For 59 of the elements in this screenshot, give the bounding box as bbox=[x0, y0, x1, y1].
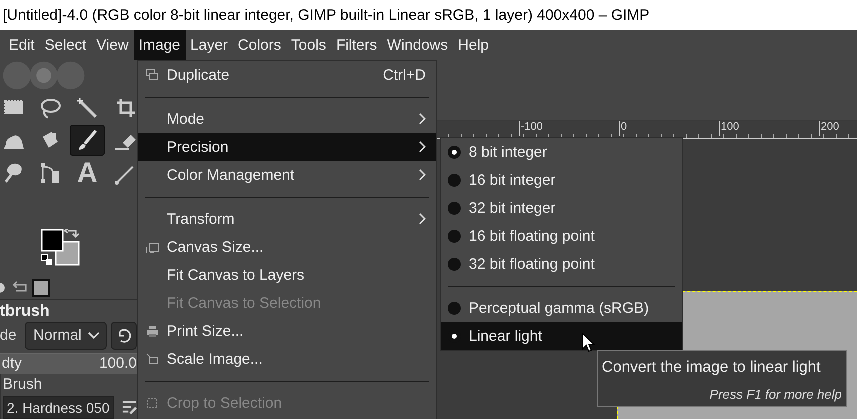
radio-menu-item[interactable]: Perceptual gamma (sRGB) bbox=[441, 294, 682, 322]
crop-selection-icon bbox=[146, 396, 159, 410]
chevron-right-icon bbox=[419, 141, 426, 153]
menu-item[interactable]: Transform bbox=[138, 205, 436, 233]
menu-item[interactable]: Duplicate Ctrl+D bbox=[138, 61, 436, 89]
radio-menu-item[interactable]: 32 bit floating point bbox=[441, 250, 682, 278]
reset-dropdown[interactable] bbox=[110, 322, 137, 350]
menu-item[interactable]: Fit Canvas to Layers bbox=[138, 261, 436, 289]
printer-icon bbox=[146, 324, 159, 338]
brush-field[interactable]: 2. Hardness 050 bbox=[3, 396, 114, 419]
ruler-label: -100 bbox=[519, 121, 619, 136]
ruler-label: 0 bbox=[619, 121, 719, 136]
mode-dropdown[interactable]: Normal bbox=[24, 322, 107, 350]
menu-item[interactable]: Scale Image... bbox=[138, 345, 436, 373]
menu-item[interactable]: Image bbox=[134, 30, 186, 60]
menu-item[interactable]: Layer bbox=[186, 30, 234, 60]
chevron-right-icon bbox=[419, 213, 426, 225]
menu-item[interactable]: Select bbox=[40, 30, 92, 60]
menu-item[interactable]: Filters bbox=[331, 30, 382, 60]
menu-item[interactable]: Precision bbox=[138, 133, 436, 161]
mouse-cursor-icon bbox=[582, 333, 595, 353]
radio-menu-item[interactable]: 16 bit integer bbox=[441, 166, 682, 194]
radio-menu-item[interactable]: 32 bit integer bbox=[441, 194, 682, 222]
menu-item[interactable]: Canvas Size... bbox=[138, 233, 436, 261]
text-tool[interactable]: A bbox=[70, 157, 105, 188]
menu-item[interactable]: Tools bbox=[286, 30, 332, 60]
chevron-right-icon bbox=[419, 113, 426, 125]
menu-item[interactable]: Windows bbox=[382, 30, 454, 60]
menu-item[interactable]: Print Size... bbox=[138, 317, 436, 345]
window-title: [Untitled]-4.0 (RGB color 8-bit linear integer, GIMP built-in Linear sRGB, 1 layer) 400x400 – GIMP bbox=[0, 0, 857, 30]
paintbrush-icon[interactable] bbox=[70, 125, 105, 156]
pattern-icon[interactable] bbox=[32, 279, 50, 298]
tool-options-title: tbrush bbox=[0, 302, 51, 322]
mode-label: de bbox=[0, 327, 18, 344]
menu-item[interactable]: Mode bbox=[138, 105, 436, 133]
canvas-size-icon bbox=[146, 240, 159, 254]
tooltip-text: Convert the image to linear light bbox=[602, 358, 822, 378]
menu-item[interactable]: Edit bbox=[4, 30, 40, 60]
brush-label: Brush bbox=[3, 375, 44, 395]
chevron-down-icon bbox=[88, 332, 100, 340]
duplicate-icon bbox=[146, 68, 159, 82]
radio-menu-item[interactable]: 8 bit integer bbox=[441, 138, 682, 166]
shortcut-label: Ctrl+D bbox=[383, 66, 426, 84]
scale-icon bbox=[146, 352, 159, 366]
opacity-slider[interactable]: dty 100.0 bbox=[0, 352, 137, 374]
default-colors-icon[interactable] bbox=[42, 254, 52, 266]
chevron-right-icon bbox=[419, 169, 426, 181]
ruler-label: 200 bbox=[819, 121, 857, 136]
menu-item[interactable]: Help bbox=[453, 30, 494, 60]
menu-item[interactable]: Color Management bbox=[138, 161, 436, 189]
ruler-label: 100 bbox=[719, 121, 819, 136]
menu-item[interactable]: View bbox=[92, 30, 134, 60]
swap-colors-icon[interactable] bbox=[64, 229, 80, 239]
tooltip-hint: Press F1 for more help bbox=[710, 387, 842, 402]
menu-item[interactable]: Colors bbox=[233, 30, 286, 60]
radio-menu-item[interactable]: Linear light bbox=[441, 322, 682, 350]
foreground-color-swatch[interactable] bbox=[41, 230, 64, 252]
edit-brush-icon[interactable] bbox=[122, 400, 137, 416]
radio-menu-item[interactable]: 16 bit floating point bbox=[441, 222, 682, 250]
